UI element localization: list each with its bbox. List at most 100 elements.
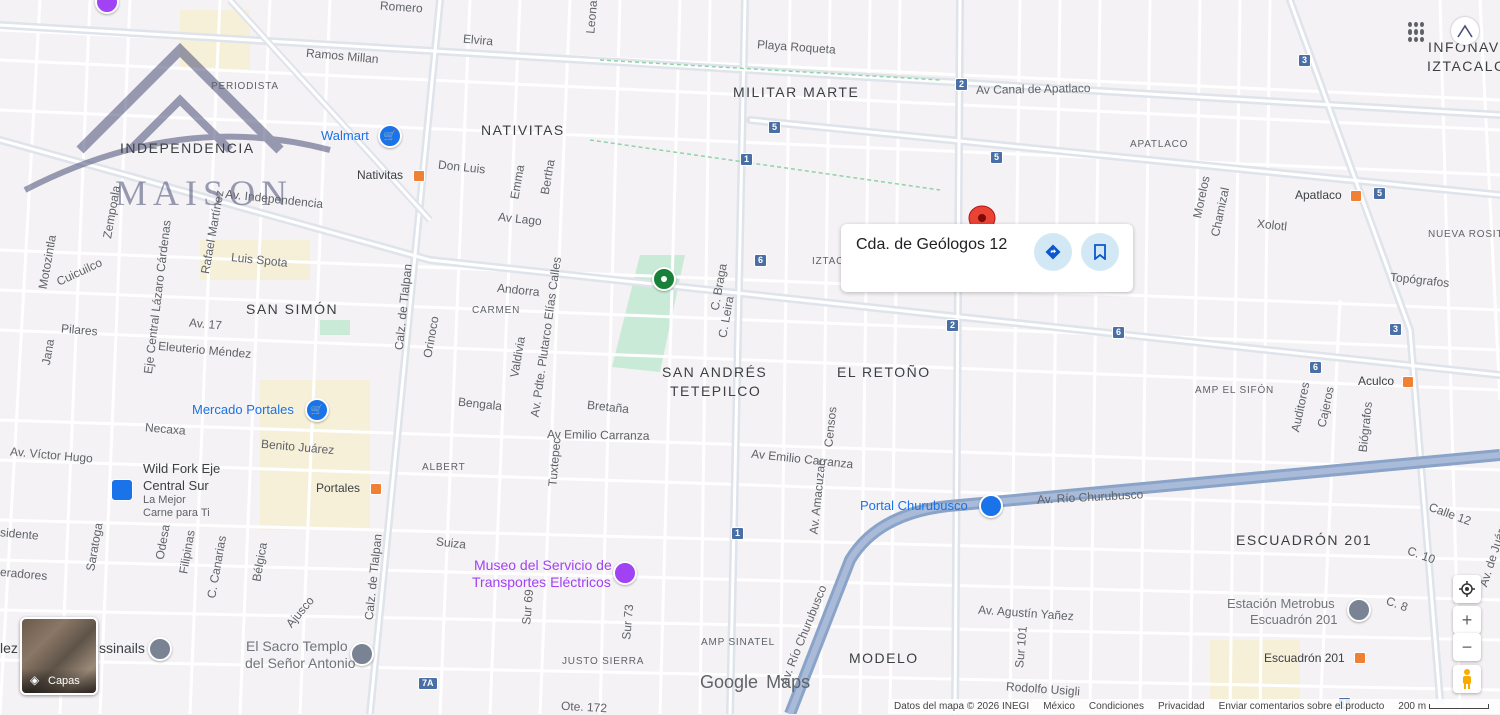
- label-nativitas: NATIVITAS: [481, 122, 565, 138]
- label-amp-sinatel: AMP SINATEL: [701, 637, 776, 648]
- label-periodista: PERIODISTA: [211, 81, 279, 92]
- label-iztac: IZTAC: [812, 256, 845, 267]
- metro-station-icon[interactable]: [1354, 652, 1366, 664]
- place-title: Cda. de Geólogos 12: [856, 236, 1008, 253]
- route-shield: 6: [754, 254, 768, 267]
- label-apatlaco: APATLACO: [1130, 139, 1189, 150]
- apps-grid-icon[interactable]: [1408, 22, 1428, 42]
- route-shield: 1: [731, 527, 745, 540]
- poi-wildfork-3: La Mejor: [143, 494, 186, 506]
- maps-wordmark: Maps: [766, 672, 811, 692]
- poi-wildfork-2[interactable]: Central Sur: [143, 478, 209, 493]
- label-tetepilco: TETEPILCO: [670, 383, 762, 399]
- poi-lez[interactable]: lez: [0, 640, 18, 656]
- zoom-out-icon: −: [1461, 636, 1473, 657]
- map-data-attribution: Datos del mapa © 2026 INEGI: [894, 701, 1030, 712]
- account-avatar[interactable]: [1451, 17, 1479, 45]
- metro-station-icon[interactable]: [413, 170, 425, 182]
- route-shield: 7A: [418, 677, 438, 690]
- metrobus-icon[interactable]: [1347, 598, 1371, 622]
- poi-sacro-1[interactable]: El Sacro Templo: [246, 638, 348, 654]
- layers-icon: ◈: [30, 673, 40, 687]
- metro-station-icon[interactable]: [1350, 190, 1362, 202]
- poi-aculco[interactable]: Aculco: [1358, 374, 1394, 388]
- terms-link[interactable]: Condiciones: [1089, 701, 1144, 712]
- store-icon[interactable]: [111, 479, 133, 501]
- label-albert: ALBERT: [422, 462, 466, 473]
- poi-apatlaco-metro[interactable]: Apatlaco: [1295, 188, 1342, 202]
- scale-label: 200 m: [1398, 701, 1427, 712]
- label-amp-el-sifon: AMP EL SIFÓN: [1195, 385, 1275, 396]
- poi-wildfork-1[interactable]: Wild Fork Eje: [143, 461, 220, 476]
- route-shield: 2: [946, 319, 960, 332]
- maison-avatar-icon: [1457, 24, 1473, 38]
- my-location-icon: [1459, 581, 1475, 597]
- label-el-retono: EL RETOÑO: [837, 364, 931, 380]
- shopping-cart-icon[interactable]: 🛒: [378, 124, 402, 148]
- map-footer: Datos del mapa © 2026 INEGI México Condi…: [888, 699, 1500, 714]
- shopping-cart-icon[interactable]: 🛒: [305, 398, 329, 422]
- place-info-card[interactable]: Cda. de Geólogos 12: [841, 224, 1133, 292]
- feedback-link[interactable]: Enviar comentarios sobre el producto: [1219, 701, 1385, 712]
- route-shield: 3: [1298, 54, 1312, 67]
- park-pin-icon[interactable]: [652, 267, 676, 291]
- shopping-bag-icon[interactable]: [979, 494, 1003, 518]
- poi-essinails[interactable]: ssinails: [99, 640, 145, 656]
- poi-nativitas-metro[interactable]: Nativitas: [357, 168, 403, 182]
- poi-walmart[interactable]: Walmart: [321, 128, 369, 143]
- street-canal-apatlaco: Av Canal de Apatlaco: [975, 81, 1091, 97]
- metro-station-icon[interactable]: [370, 483, 382, 495]
- poi-estacion-2[interactable]: Escuadrón 201: [1250, 612, 1337, 627]
- layers-label: Capas: [48, 675, 80, 687]
- route-shield: 5: [1373, 187, 1387, 200]
- scale-line: [1429, 704, 1490, 709]
- poi-escuadron-metro[interactable]: Escuadrón 201: [1264, 651, 1345, 665]
- street-suiza: Suiza: [435, 534, 467, 552]
- privacy-link[interactable]: Privacidad: [1158, 701, 1205, 712]
- pegman-icon: [1463, 669, 1471, 689]
- poi-museo-2[interactable]: Transportes Eléctricos: [472, 574, 611, 590]
- museum-icon[interactable]: [613, 561, 637, 585]
- google-wordmark: Google: [700, 672, 759, 692]
- poi-portales[interactable]: Portales: [316, 481, 360, 495]
- poi-sacro-2[interactable]: del Señor Antonio: [245, 655, 356, 671]
- layers-button[interactable]: ◈ Capas: [20, 617, 98, 695]
- save-button[interactable]: [1081, 233, 1119, 271]
- route-shield: 2: [955, 78, 969, 91]
- zoom-out-button[interactable]: −: [1453, 633, 1481, 661]
- label-escuadron-201: ESCUADRÓN 201: [1236, 532, 1373, 548]
- bookmark-icon: [1094, 244, 1106, 260]
- label-san-andres: SAN ANDRÉS: [662, 364, 768, 380]
- route-shield: 5: [768, 121, 782, 134]
- poi-mercado-portales[interactable]: Mercado Portales: [192, 402, 294, 417]
- route-shield: 5: [990, 151, 1004, 164]
- street-av-17: Av. 17: [188, 315, 223, 333]
- route-shield: 6: [1309, 361, 1323, 374]
- zoom-in-button[interactable]: +: [1453, 606, 1481, 634]
- metro-station-icon[interactable]: [1402, 376, 1414, 388]
- poi-estacion-1[interactable]: Estación Metrobus: [1227, 596, 1335, 611]
- scale-bar[interactable]: 200 m: [1398, 701, 1490, 712]
- label-independencia: INDEPENDENCIA: [120, 140, 255, 156]
- my-location-button[interactable]: [1453, 575, 1481, 603]
- street-leona: Leona: [583, 0, 601, 35]
- poi-museo-1[interactable]: Museo del Servicio de: [474, 557, 612, 573]
- route-shield: 1: [740, 153, 754, 166]
- label-justo-sierra: JUSTO SIERRA: [562, 656, 645, 667]
- zoom-in-icon: +: [1461, 609, 1473, 630]
- directions-button[interactable]: [1034, 233, 1072, 271]
- label-carmen: CARMEN: [472, 305, 521, 316]
- street-xolotl: Xolotl: [1256, 216, 1288, 234]
- place-icon[interactable]: [148, 637, 172, 661]
- route-shield: 3: [1389, 323, 1403, 336]
- directions-icon: [1045, 244, 1061, 260]
- label-nueva-rosita: NUEVA ROSIT: [1428, 229, 1500, 240]
- label-modelo: MODELO: [849, 650, 919, 666]
- pegman-button[interactable]: [1453, 665, 1481, 693]
- poi-wildfork-4: Carne para Ti: [143, 507, 210, 519]
- label-iztacalco: IZTACALC: [1427, 58, 1500, 74]
- street-elvira: Elvira: [462, 31, 494, 49]
- country-link[interactable]: México: [1043, 701, 1075, 712]
- route-shield: 6: [1112, 326, 1126, 339]
- poi-portal-churubusco[interactable]: Portal Churubusco: [860, 498, 968, 513]
